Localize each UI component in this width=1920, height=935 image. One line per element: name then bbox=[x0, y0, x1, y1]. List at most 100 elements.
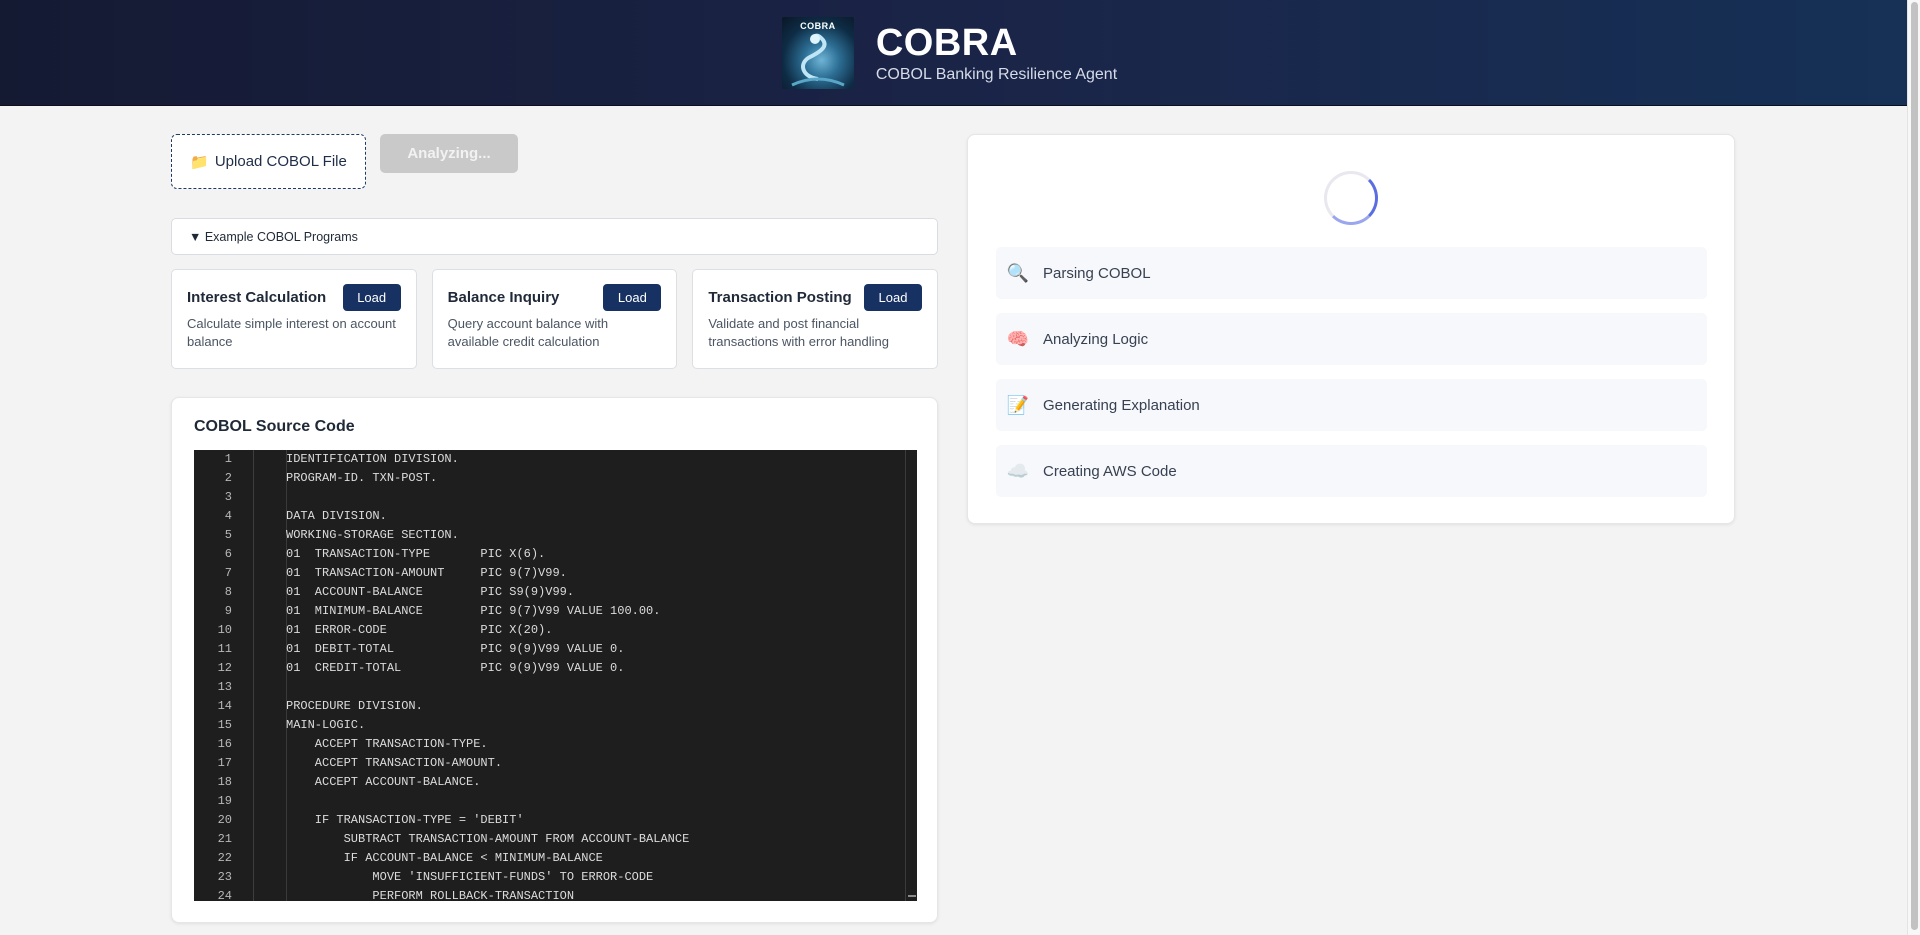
page-scrollbar[interactable] bbox=[1907, 0, 1920, 935]
example-cards: Interest Calculation Load Calculate simp… bbox=[171, 269, 939, 369]
card-title: Balance Inquiry bbox=[447, 289, 560, 306]
code-text: SUBTRACT TRANSACTION-AMOUNT FROM ACCOUNT… bbox=[286, 832, 690, 846]
example-card-interest: Interest Calculation Load Calculate simp… bbox=[171, 269, 417, 369]
analyze-button[interactable]: Analyzing... bbox=[380, 134, 518, 173]
card-description: Validate and post financial transactions… bbox=[708, 316, 889, 349]
code-line: 8 01 ACCOUNT-BALANCE PIC S9(9)V99. bbox=[194, 583, 917, 602]
editor-scrollbar[interactable] bbox=[905, 450, 917, 901]
card-title: Interest Calculation bbox=[187, 289, 327, 306]
line-number: 6 bbox=[224, 547, 232, 561]
title-block: COBRA COBOL Banking Resilience Agent bbox=[876, 22, 1117, 84]
app-title: COBRA bbox=[875, 21, 1018, 64]
code-line: 24 PERFORM ROLLBACK-TRANSACTION bbox=[194, 887, 917, 901]
code-line: 12 01 CREDIT-TOTAL PIC 9(9)V99 VALUE 0. bbox=[194, 659, 917, 678]
line-number: 22 bbox=[217, 851, 232, 865]
line-number: 12 bbox=[217, 661, 232, 675]
progress-step-label: Parsing COBOL bbox=[1043, 264, 1151, 282]
code-line: 4 DATA DIVISION. bbox=[194, 507, 917, 526]
progress-step-label: Analyzing Logic bbox=[1043, 330, 1149, 348]
loading-spinner bbox=[1324, 171, 1378, 225]
progress-step-label: Creating AWS Code bbox=[1043, 462, 1177, 480]
code-line: 15 MAIN-LOGIC. bbox=[194, 716, 917, 735]
code-text: 01 CREDIT-TOTAL PIC 9(9)V99 VALUE 0. bbox=[286, 661, 625, 675]
progress-steps: 🔍 Parsing COBOL 🧠 Analyzing Logic 📝 Generatin… bbox=[996, 247, 1707, 511]
app-header: COBRA COBRA COBOL Banking Resilience Age… bbox=[0, 0, 1907, 106]
code-line: 19 bbox=[194, 792, 917, 811]
code-panel: COBOL Source Code 1 IDENTIFICATION DIVISI… bbox=[171, 397, 938, 923]
line-number: 24 bbox=[217, 889, 232, 901]
code-text: WORKING-STORAGE SECTION. bbox=[286, 528, 459, 542]
code-line: 17 ACCEPT TRANSACTION-AMOUNT. bbox=[194, 754, 917, 773]
code-line: 13 bbox=[194, 678, 917, 697]
line-number: 7 bbox=[224, 566, 232, 580]
load-transaction-button[interactable]: Load bbox=[864, 284, 923, 311]
code-line: 3 bbox=[194, 488, 917, 507]
code-line: 2 PROGRAM-ID. TXN-POST. bbox=[194, 469, 917, 488]
line-number: 16 bbox=[217, 737, 232, 751]
code-line: 16 ACCEPT TRANSACTION-TYPE. bbox=[194, 735, 917, 754]
code-line: 5 WORKING-STORAGE SECTION. bbox=[194, 526, 917, 545]
code-text: IF TRANSACTION-TYPE = 'DEBIT' bbox=[286, 813, 524, 827]
line-number: 20 bbox=[217, 813, 232, 827]
card-description: Calculate simple interest on account bal… bbox=[187, 316, 396, 349]
cloud-icon: ☁️ bbox=[1006, 460, 1030, 481]
code-text: MOVE 'INSUFFICIENT-FUNDS' TO ERROR-CODE bbox=[286, 870, 654, 884]
code-line: 9 01 MINIMUM-BALANCE PIC 9(7)V99 VALUE 10… bbox=[194, 602, 917, 621]
code-text: IF ACCOUNT-BALANCE < MINIMUM-BALANCE bbox=[286, 851, 603, 865]
load-interest-button[interactable]: Load bbox=[342, 284, 401, 311]
card-description: Query account balance with available cre… bbox=[447, 316, 609, 349]
line-number: 18 bbox=[217, 775, 232, 789]
examples-toggle[interactable]: ▼ Example COBOL Programs bbox=[171, 218, 938, 255]
code-line: 21 SUBTRACT TRANSACTION-AMOUNT FROM ACCO… bbox=[194, 830, 917, 849]
line-number: 23 bbox=[217, 870, 232, 884]
progress-step-label: Generating Explanation bbox=[1043, 396, 1200, 414]
code-text: 01 ERROR-CODE PIC X(20). bbox=[286, 623, 553, 637]
line-number: 11 bbox=[217, 642, 232, 656]
line-number: 3 bbox=[224, 490, 232, 504]
line-number: 8 bbox=[224, 585, 232, 599]
code-text: MAIN-LOGIC. bbox=[286, 718, 366, 732]
code-text: ACCEPT TRANSACTION-AMOUNT. bbox=[286, 756, 503, 770]
action-bar: 📁 Upload COBOL File Analyzing... bbox=[171, 134, 938, 189]
line-number: 10 bbox=[217, 623, 232, 637]
magnifier-icon: 🔍 bbox=[1006, 262, 1030, 283]
code-text: 01 ACCOUNT-BALANCE PIC S9(9)V99. bbox=[286, 585, 575, 599]
code-line: 10 01 ERROR-CODE PIC X(20). bbox=[194, 621, 917, 640]
line-number: 1 bbox=[224, 452, 232, 466]
line-number: 4 bbox=[224, 509, 232, 523]
upload-label: Upload COBOL File bbox=[214, 153, 347, 170]
code-text: PERFORM ROLLBACK-TRANSACTION bbox=[286, 889, 575, 901]
code-line: 1 IDENTIFICATION DIVISION. bbox=[194, 450, 917, 469]
code-text: 01 TRANSACTION-TYPE PIC X(6). bbox=[286, 547, 546, 561]
code-text: PROCEDURE DIVISION. bbox=[286, 699, 423, 713]
code-line: 22 IF ACCOUNT-BALANCE < MINIMUM-BALANCE bbox=[194, 849, 917, 868]
line-number: 5 bbox=[224, 528, 232, 542]
code-line: 14 PROCEDURE DIVISION. bbox=[194, 697, 917, 716]
code-editor[interactable]: 1 IDENTIFICATION DIVISION. 2 PROGRAM-ID. TX… bbox=[194, 450, 917, 901]
line-number: 14 bbox=[217, 699, 232, 713]
progress-step: 🔍 Parsing COBOL bbox=[996, 247, 1707, 299]
left-column: 📁 Upload COBOL File Analyzing... ▼ Examp… bbox=[171, 134, 939, 923]
code-line: 11 01 DEBIT-TOTAL PIC 9(9)V99 VALUE 0. bbox=[194, 640, 917, 659]
line-number: 2 bbox=[224, 471, 232, 485]
progress-step: 🧠 Analyzing Logic bbox=[996, 313, 1707, 365]
example-card-balance: Balance Inquiry Load Query account balan… bbox=[431, 269, 678, 369]
code-text: IDENTIFICATION DIVISION. bbox=[286, 452, 459, 466]
code-text: 01 DEBIT-TOTAL PIC 9(9)V99 VALUE 0. bbox=[286, 642, 625, 656]
gutter-divider bbox=[253, 450, 254, 901]
line-number: 13 bbox=[217, 680, 232, 694]
memo-icon: 📝 bbox=[1006, 394, 1030, 415]
load-balance-button[interactable]: Load bbox=[603, 284, 662, 311]
code-text: 01 MINIMUM-BALANCE PIC 9(7)V99 VALUE 100… bbox=[286, 604, 661, 618]
page-scrollbar-thumb[interactable] bbox=[1911, 2, 1918, 930]
cobra-logo: COBRA bbox=[781, 16, 854, 89]
code-line: 7 01 TRANSACTION-AMOUNT PIC 9(7)V99. bbox=[194, 564, 917, 583]
line-number: 21 bbox=[217, 832, 232, 846]
code-line: 6 01 TRANSACTION-TYPE PIC X(6). bbox=[194, 545, 917, 564]
code-line: 18 ACCEPT ACCOUNT-BALANCE. bbox=[194, 773, 917, 792]
analysis-progress-panel: 🔍 Parsing COBOL 🧠 Analyzing Logic 📝 Generatin… bbox=[967, 134, 1735, 524]
code-text: DATA DIVISION. bbox=[286, 509, 387, 523]
upload-cobol-button[interactable]: 📁 Upload COBOL File bbox=[171, 134, 366, 189]
code-text: PROGRAM-ID. TXN-POST. bbox=[286, 471, 438, 485]
line-number: 15 bbox=[217, 718, 232, 732]
